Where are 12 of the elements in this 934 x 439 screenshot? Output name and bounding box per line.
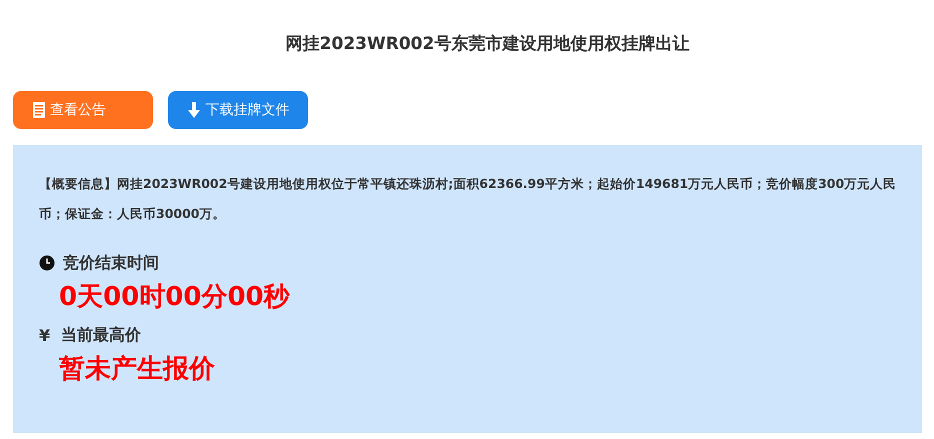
page-title: 网挂2023WR002号东莞市建设用地使用权挂牌出让 [284, 33, 690, 56]
clock-icon [39, 255, 55, 271]
notice-button[interactable]: 查看公告 [13, 91, 153, 129]
yen-icon: ¥ [39, 326, 53, 344]
document-icon [33, 102, 45, 118]
section-label: 竞价结束时间 [63, 252, 159, 274]
download-icon [186, 102, 200, 118]
section-value: 0天00时00分00秒 [59, 281, 291, 314]
section-label: 当前最高价 [61, 324, 141, 346]
download-button[interactable]: 下载挂牌文件 [168, 91, 308, 129]
section-value: 暂未产生报价 [59, 353, 216, 386]
summary-text: 【概要信息】网挂2023WR002号建设用地使用权位于常平镇还珠沥村;面积62366.99平方米；起始价149681万元人民币；竞价幅度300万元人民币；保证金：人民币30000万。 [39, 175, 898, 223]
